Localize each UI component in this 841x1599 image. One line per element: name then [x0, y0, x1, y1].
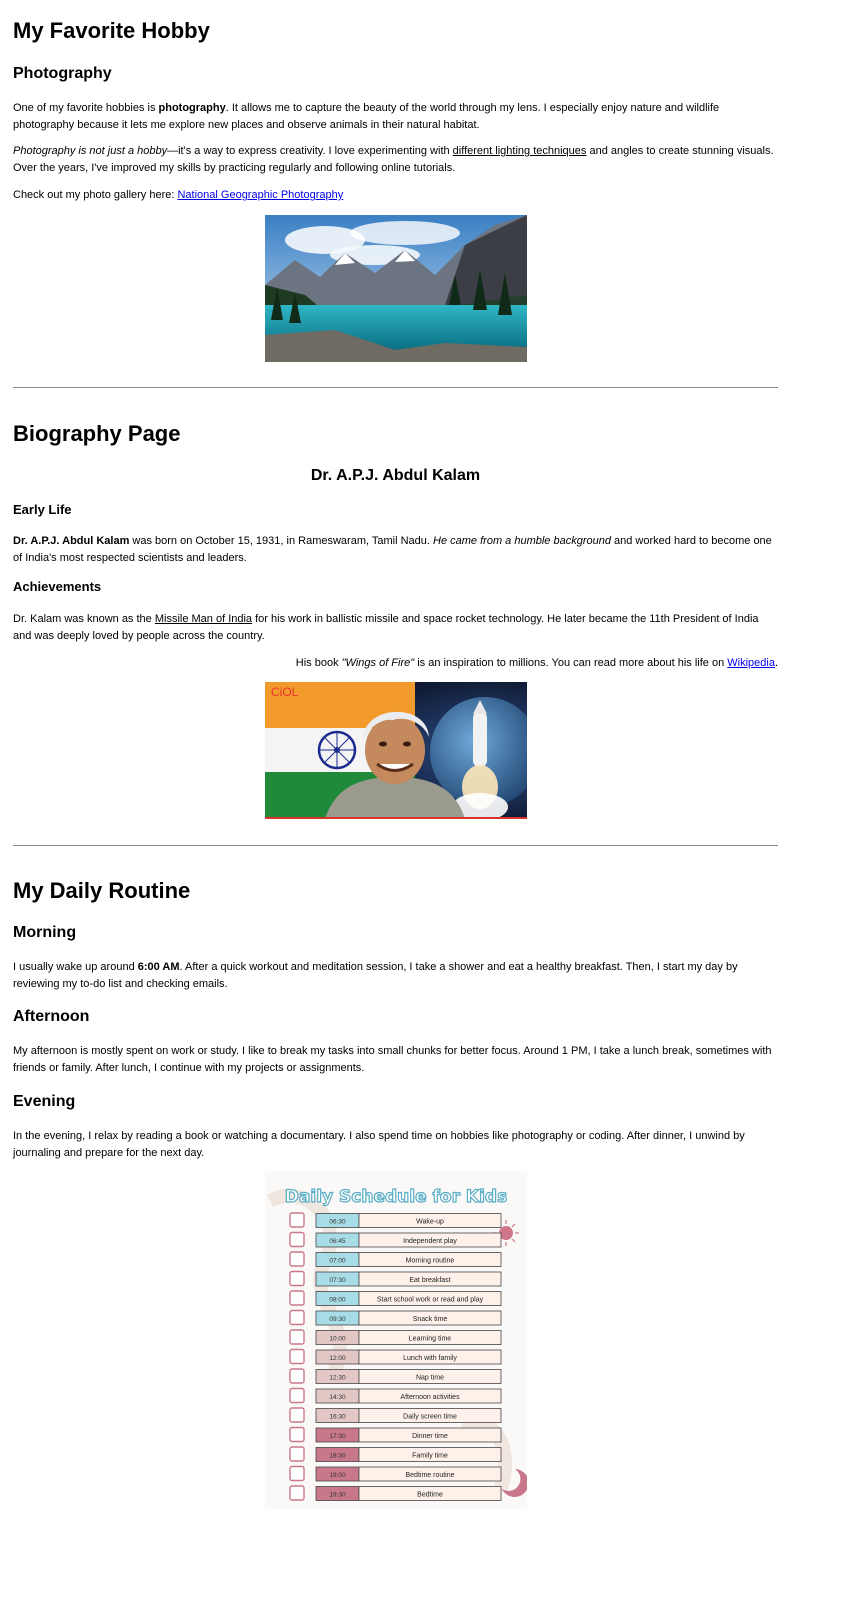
schedule-activity: Wake-up [416, 1219, 444, 1226]
schedule-checkbox[interactable] [289, 1485, 305, 1501]
hobby-subtitle: Photography [13, 65, 112, 82]
biography-title: Biography Page [13, 421, 181, 446]
schedule-activity: Eat breakfast [409, 1277, 450, 1284]
schedule-row: 08:00 Start school work or read and play [289, 1290, 502, 1306]
schedule-activity: Daily screen time [403, 1414, 457, 1421]
schedule-checkbox[interactable] [289, 1231, 305, 1248]
early-life-paragraph: Dr. A.P.J. Abdul Kalam was born on Octob… [13, 535, 772, 564]
schedule-row: 14:30 Afternoon activities [289, 1387, 502, 1404]
schedule-time: 09:30 [329, 1316, 346, 1323]
schedule-activity: Start school work or read and play [377, 1297, 484, 1304]
schedule-row: 12:30 Nap time [289, 1368, 502, 1384]
schedule-activity: Family time [412, 1453, 448, 1460]
schedule-checkbox[interactable] [289, 1407, 305, 1423]
ciol-logo: CiOL [271, 685, 299, 699]
schedule-activity: Snack time [413, 1316, 448, 1323]
schedule-activity: Morning routine [406, 1258, 455, 1265]
schedule-checkbox[interactable] [289, 1368, 305, 1384]
underlined-lighting: different lighting techniques [452, 145, 587, 157]
schedule-time: 17:30 [329, 1433, 346, 1440]
schedule-time: 19:00 [329, 1472, 346, 1479]
schedule-title: Daily Schedule for Kids [285, 1187, 507, 1207]
book-paragraph: His book "Wings of Fire" is an inspirati… [295, 657, 778, 669]
routine-title: My Daily Routine [13, 878, 191, 903]
evening-heading: Evening [13, 1093, 76, 1110]
schedule-checkbox[interactable] [289, 1309, 305, 1326]
schedule-time: 10:00 [329, 1336, 346, 1343]
schedule-activity: Nap time [416, 1375, 444, 1382]
lake-mountain-photo [265, 215, 527, 362]
daily-schedule-image: Daily Schedule for Kids 06:30 Wake-up 06:4… [265, 1171, 527, 1509]
schedule-row: 07:30 Eat breakfast [289, 1270, 502, 1287]
schedule-row: 09:30 Snack time [289, 1309, 502, 1326]
section-divider-2 [13, 845, 778, 846]
schedule-activity: Bedtime [417, 1492, 443, 1499]
schedule-row: 10:00 Learning time [289, 1329, 502, 1345]
schedule-activity: Bedtime routine [405, 1472, 454, 1479]
italic-hobby-phrase: Photography is not just a hobby [13, 145, 168, 157]
schedule-checkbox[interactable] [289, 1465, 305, 1482]
schedule-row: 18:30 Family time [289, 1446, 502, 1462]
schedule-time: 06:45 [329, 1238, 346, 1245]
schedule-activity: Afternoon activities [400, 1394, 460, 1401]
schedule-time: 19:30 [329, 1492, 346, 1499]
natgeo-photography-link[interactable]: National Geographic Photography [177, 189, 343, 201]
schedule-activity: Lunch with family [403, 1355, 457, 1362]
schedule-checkbox[interactable] [289, 1426, 305, 1443]
schedule-time: 07:30 [329, 1277, 346, 1284]
schedule-activity: Dinner time [412, 1433, 448, 1440]
schedule-time: 18:30 [329, 1453, 346, 1460]
biography-name: Dr. A.P.J. Abdul Kalam [310, 467, 481, 484]
schedule-row: 06:30 Wake-up [289, 1212, 502, 1228]
schedule-time: 08:00 [329, 1297, 346, 1304]
afternoon-paragraph: My afternoon is mostly spent on work or … [13, 1045, 772, 1074]
hobby-paragraph-3: Check out my photo gallery here: Nationa… [13, 189, 344, 201]
morning-heading: Morning [13, 924, 77, 941]
schedule-checkbox[interactable] [289, 1348, 305, 1365]
schedule-row: 12:00 Lunch with family [289, 1348, 502, 1365]
kalam-portrait-image: CiOL [265, 682, 527, 819]
schedule-time: 14:30 [329, 1394, 346, 1401]
schedule-row: 19:30 Bedtime [289, 1485, 502, 1501]
schedule-time: 06:30 [329, 1219, 346, 1226]
schedule-checkbox[interactable] [289, 1446, 305, 1462]
schedule-time: 07:00 [329, 1258, 346, 1265]
schedule-checkbox[interactable] [289, 1290, 305, 1306]
section-divider-1 [13, 387, 778, 388]
wikipedia-link[interactable]: Wikipedia [727, 657, 775, 669]
hobby-paragraph-1: One of my favorite hobbies is photograph… [13, 102, 720, 131]
morning-paragraph: I usually wake up around 6:00 AM. After … [13, 961, 738, 990]
schedule-checkbox[interactable] [289, 1387, 305, 1404]
afternoon-heading: Afternoon [13, 1008, 90, 1025]
schedule-checkbox[interactable] [289, 1329, 305, 1345]
schedule-time: 16:30 [329, 1414, 346, 1421]
evening-paragraph: In the evening, I relax by reading a boo… [13, 1130, 745, 1159]
schedule-time: 12:00 [329, 1355, 346, 1362]
schedule-checkbox[interactable] [289, 1270, 305, 1287]
schedule-row: 19:00 Bedtime routine [289, 1465, 502, 1482]
schedule-activity: Independent play [403, 1238, 457, 1245]
schedule-row: 07:00 Morning routine [289, 1251, 502, 1267]
schedule-checkbox[interactable] [289, 1212, 305, 1228]
schedule-activity: Learning time [409, 1336, 452, 1343]
schedule-row: 06:45 Independent play [289, 1231, 502, 1248]
schedule-time: 12:30 [329, 1375, 346, 1382]
achievements-paragraph: Dr. Kalam was known as the Missile Man o… [13, 613, 759, 642]
hobby-title: My Favorite Hobby [13, 18, 210, 43]
schedule-row: 17:30 Dinner time [289, 1426, 502, 1443]
hobby-paragraph-2: Photography is not just a hobby—it's a w… [13, 145, 774, 174]
schedule-row: 16:30 Daily screen time [289, 1407, 502, 1423]
bold-photography: photography [158, 102, 226, 114]
schedule-checkbox[interactable] [289, 1251, 305, 1267]
achievements-heading: Achievements [13, 579, 102, 594]
early-life-heading: Early Life [13, 502, 72, 517]
